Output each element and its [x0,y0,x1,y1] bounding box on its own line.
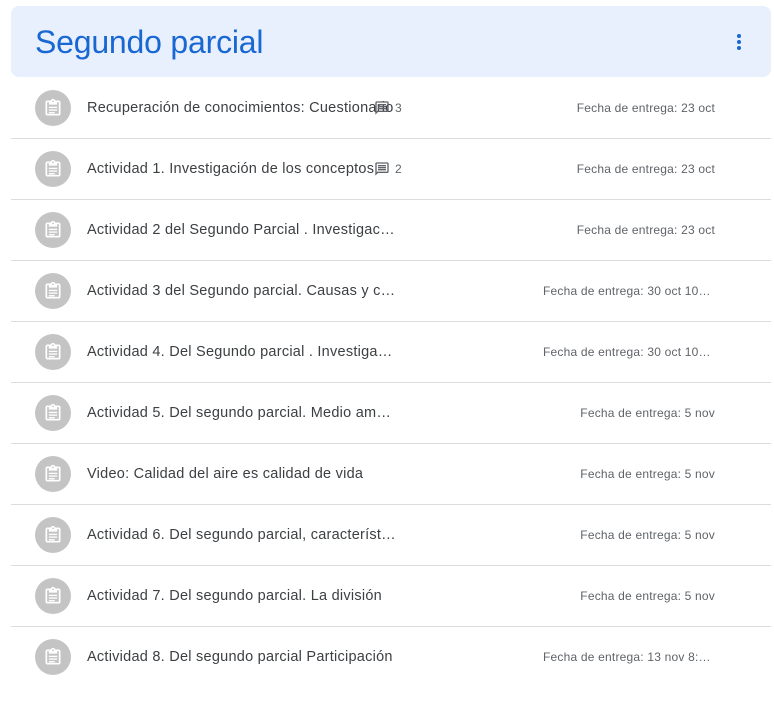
assignment-icon [35,334,71,370]
classwork-item-title[interactable]: Actividad 2 del Segundo Parcial . Invest… [87,220,397,240]
classwork-item[interactable]: Actividad 5. Del segundo parcial. Medio … [11,383,771,444]
more-options-button[interactable] [719,22,759,62]
due-date: Fecha de entrega: 5 nov [580,406,715,420]
assignment-icon [35,517,71,553]
more-vert-icon [737,34,741,50]
due-date: Fecha de entrega: 23 oct [576,223,715,237]
comment-count: 3 [374,98,402,118]
assignment-icon [35,578,71,614]
classwork-item-title[interactable]: Video: Calidad del aire es calidad de vi… [87,464,363,484]
topic-header: Segundo parcial [11,6,771,77]
classwork-item-title[interactable]: Actividad 7. Del segundo parcial. La div… [87,586,382,606]
due-date: Fecha de entrega: 30 oct 10:00 [543,284,711,298]
classwork-item-title[interactable]: Actividad 5. Del segundo parcial. Medio … [87,403,397,423]
classwork-item[interactable]: Actividad 7. Del segundo parcial. La div… [11,566,771,627]
due-date: Fecha de entrega: 30 oct 10:00 [543,345,711,359]
assignment-icon [35,151,71,187]
due-date: Fecha de entrega: 5 nov [580,589,715,603]
classwork-item-title[interactable]: Actividad 4. Del Segundo parcial . Inves… [87,342,397,362]
assignment-icon [35,639,71,675]
classwork-item[interactable]: Actividad 1. Investigación de los concep… [11,139,771,200]
due-date: Fecha de entrega: 23 oct [576,101,715,115]
comment-count-value: 3 [395,101,402,115]
due-date: Fecha de entrega: 5 nov [580,528,715,542]
classwork-item-title[interactable]: Actividad 8. Del segundo parcial Partici… [87,647,393,667]
comment-icon [375,162,389,176]
classwork-item[interactable]: Actividad 4. Del Segundo parcial . Inves… [11,322,771,383]
due-date: Fecha de entrega: 23 oct [576,162,715,176]
assignment-icon [35,90,71,126]
classwork-item-title[interactable]: Actividad 1. Investigación de los concep… [87,159,374,179]
classwork-item[interactable]: Actividad 3 del Segundo parcial. Causas … [11,261,771,322]
classwork-item-title[interactable]: Recuperación de conocimientos: Cuestiona… [87,98,394,118]
comment-count-value: 2 [395,162,402,176]
comment-count: 2 [374,159,402,179]
classwork-item[interactable]: Actividad 2 del Segundo Parcial . Invest… [11,200,771,261]
assignment-icon [35,395,71,431]
classwork-item[interactable]: Recuperación de conocimientos: Cuestiona… [11,78,771,139]
classwork-item-title[interactable]: Actividad 6. Del segundo parcial, caract… [87,525,397,545]
classwork-list: Recuperación de conocimientos: Cuestiona… [11,78,771,687]
classwork-item[interactable]: Video: Calidad del aire es calidad de vi… [11,444,771,505]
assignment-icon [35,212,71,248]
classwork-item[interactable]: Actividad 6. Del segundo parcial, caract… [11,505,771,566]
classwork-item[interactable]: Actividad 8. Del segundo parcial Partici… [11,627,771,687]
classwork-item-title[interactable]: Actividad 3 del Segundo parcial. Causas … [87,281,397,301]
assignment-icon [35,456,71,492]
topic-title: Segundo parcial [35,24,264,60]
due-date: Fecha de entrega: 5 nov [580,467,715,481]
comment-icon [375,101,389,115]
assignment-icon [35,273,71,309]
due-date: Fecha de entrega: 13 nov 8:00 [543,650,711,664]
